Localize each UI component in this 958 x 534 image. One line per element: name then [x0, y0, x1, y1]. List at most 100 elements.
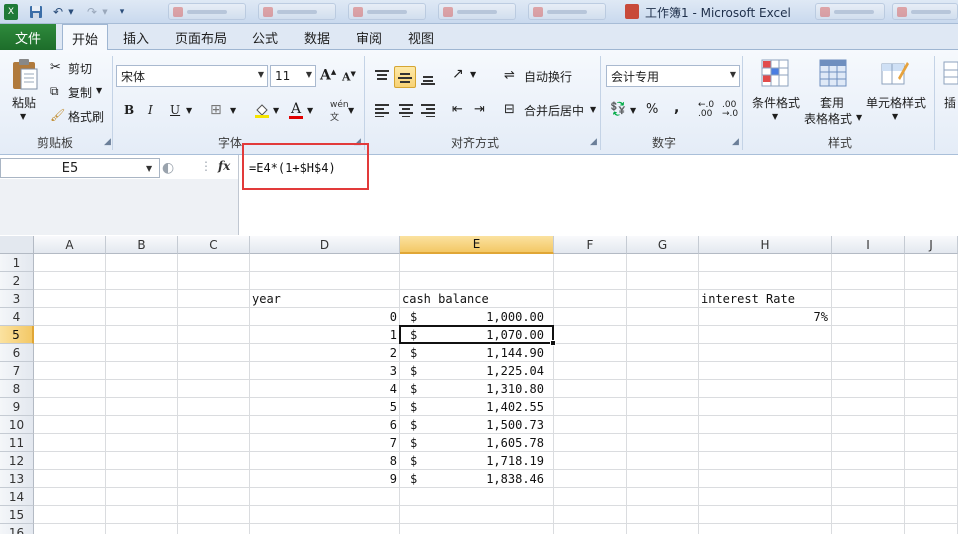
orientation-icon[interactable]: ↗ [452, 66, 464, 82]
phonetic-dropdown-icon[interactable]: ▼ [348, 106, 354, 115]
cell-cash-balance[interactable]: 1,402.55 [400, 398, 554, 416]
align-middle-icon[interactable] [394, 66, 416, 88]
redo-dropdown-icon[interactable]: ▼ [101, 4, 109, 20]
insert-cells-icon[interactable] [942, 56, 958, 90]
font-name-select[interactable]: 宋体 ▼ [116, 65, 268, 87]
clipboard-launcher-icon[interactable]: ◢ [104, 137, 111, 147]
row-header-15[interactable]: 15 [0, 506, 34, 524]
cell-cash-balance[interactable]: 1,605.78 [400, 434, 554, 452]
cut-button[interactable]: 剪切 [68, 60, 92, 77]
column-header-b[interactable]: B [106, 236, 178, 254]
save-icon[interactable] [28, 4, 44, 20]
selected-cell[interactable] [399, 325, 554, 344]
table-dropdown-icon[interactable]: ▼ [856, 113, 862, 122]
number-format-select[interactable]: 会计专用 ▼ [606, 65, 740, 87]
column-header-f[interactable]: F [554, 236, 627, 254]
format-as-table-label-line1[interactable]: 套用 [820, 94, 844, 111]
align-left-icon[interactable] [372, 100, 392, 120]
row-header-2[interactable]: 2 [0, 272, 34, 290]
row-header-4[interactable]: 4 [0, 308, 34, 326]
cell-cash-balance[interactable]: 1,838.46 [400, 470, 554, 488]
font-size-select[interactable]: 11 ▼ [270, 65, 316, 87]
excel-app-icon[interactable]: X [4, 4, 18, 20]
orientation-dropdown-icon[interactable]: ▼ [470, 70, 476, 79]
copy-dropdown-icon[interactable]: ▼ [96, 86, 102, 95]
background-window-tab[interactable] [348, 3, 426, 20]
column-header-a[interactable]: A [34, 236, 106, 254]
comma-style-button[interactable]: , [674, 100, 679, 116]
column-header-i[interactable]: I [832, 236, 905, 254]
format-as-table-label-line2[interactable]: 表格格式 [804, 110, 852, 127]
number-launcher-icon[interactable]: ◢ [732, 137, 739, 147]
worksheet-grid[interactable]: ABCDEFGHIJ 1 2 3 4 5 6 7 8 9 10 11 12 13 14 15 16 year c… [0, 236, 958, 534]
merge-dropdown-icon[interactable]: ▼ [590, 105, 596, 114]
cell-styles-icon[interactable] [878, 56, 912, 90]
row-header-13[interactable]: 13 [0, 470, 34, 488]
alignment-launcher-icon[interactable]: ◢ [590, 137, 597, 147]
tab-formulas[interactable]: 公式 [244, 24, 286, 50]
cell-cash-balance[interactable]: 1,144.90 [400, 344, 554, 362]
background-window-tab[interactable] [168, 3, 246, 20]
border-icon[interactable]: ⊞ [210, 102, 222, 118]
row-header-10[interactable]: 10 [0, 416, 34, 434]
align-top-icon[interactable] [372, 66, 392, 86]
underline-button[interactable]: U [170, 103, 180, 117]
row-header-12[interactable]: 12 [0, 452, 34, 470]
format-painter-button[interactable]: 格式刷 [68, 108, 104, 125]
cell-year[interactable]: 3 [250, 362, 400, 380]
conditional-dropdown-icon[interactable]: ▼ [772, 112, 778, 121]
row-header-5[interactable]: 5 [0, 326, 34, 344]
cell-cash-balance[interactable]: 1,225.04 [400, 362, 554, 380]
tab-review[interactable]: 审阅 [348, 24, 390, 50]
row-header-8[interactable]: 8 [0, 380, 34, 398]
cell-year[interactable]: 0 [250, 308, 400, 326]
fill-color-icon[interactable] [252, 100, 272, 120]
increase-indent-icon[interactable]: ⇥ [474, 102, 485, 117]
tab-insert[interactable]: 插入 [114, 24, 158, 50]
cell-year[interactable]: 7 [250, 434, 400, 452]
background-window-tab[interactable] [892, 3, 958, 20]
conditional-formatting-icon[interactable] [758, 56, 792, 90]
cell-year[interactable]: 4 [250, 380, 400, 398]
align-right-icon[interactable] [418, 100, 438, 120]
row-header-14[interactable]: 14 [0, 488, 34, 506]
phonetic-guide-icon[interactable]: wén 文 [330, 100, 349, 123]
accounting-format-icon[interactable]: 💱 [610, 102, 626, 117]
cell-year-header[interactable]: year [250, 290, 400, 308]
paste-icon[interactable] [8, 56, 42, 92]
chevron-down-icon[interactable]: ▼ [146, 164, 152, 173]
undo-dropdown-icon[interactable]: ▼ [67, 4, 75, 20]
column-header-c[interactable]: C [178, 236, 250, 254]
row-header-1[interactable]: 1 [0, 254, 34, 272]
tab-view[interactable]: 视图 [400, 24, 442, 50]
wrap-text-icon[interactable]: ⇌ [504, 68, 515, 83]
cell-year[interactable]: 8 [250, 452, 400, 470]
format-as-table-icon[interactable] [816, 56, 850, 90]
wrap-text-button[interactable]: 自动换行 [524, 68, 572, 85]
row-header-7[interactable]: 7 [0, 362, 34, 380]
format-painter-icon[interactable]: 🖌 [50, 108, 65, 122]
cell-year[interactable]: 9 [250, 470, 400, 488]
paste-dropdown-icon[interactable]: ▼ [20, 112, 26, 121]
cell-styles-button[interactable]: 单元格样式 [866, 94, 926, 111]
bold-button[interactable]: B [124, 103, 134, 117]
cell-cash-balance-header[interactable]: cash balance [400, 290, 554, 308]
cell-cash-balance[interactable]: 1,310.80 [400, 380, 554, 398]
background-window-tab[interactable] [815, 3, 885, 20]
background-window-tab[interactable] [438, 3, 516, 20]
tab-file[interactable]: 文件 [0, 24, 56, 50]
cell-cash-balance[interactable]: 1,000.00 [400, 308, 554, 326]
border-dropdown-icon[interactable]: ▼ [230, 106, 236, 115]
tab-data[interactable]: 数据 [296, 24, 338, 50]
undo-icon[interactable]: ↶ [50, 4, 66, 20]
align-center-icon[interactable] [396, 100, 416, 120]
scissors-icon[interactable]: ✂ [50, 60, 61, 75]
merge-center-icon[interactable]: ⊟ [504, 102, 515, 117]
shrink-font-icon[interactable]: A▼ [342, 69, 356, 84]
select-all-corner[interactable] [0, 236, 34, 254]
formula-bar-resize-icon[interactable]: ◐ [162, 160, 174, 176]
row-header-9[interactable]: 9 [0, 398, 34, 416]
fill-color-dropdown-icon[interactable]: ▼ [273, 106, 279, 115]
copy-icon[interactable]: ⧉ [50, 84, 59, 99]
row-header-16[interactable]: 16 [0, 524, 34, 534]
